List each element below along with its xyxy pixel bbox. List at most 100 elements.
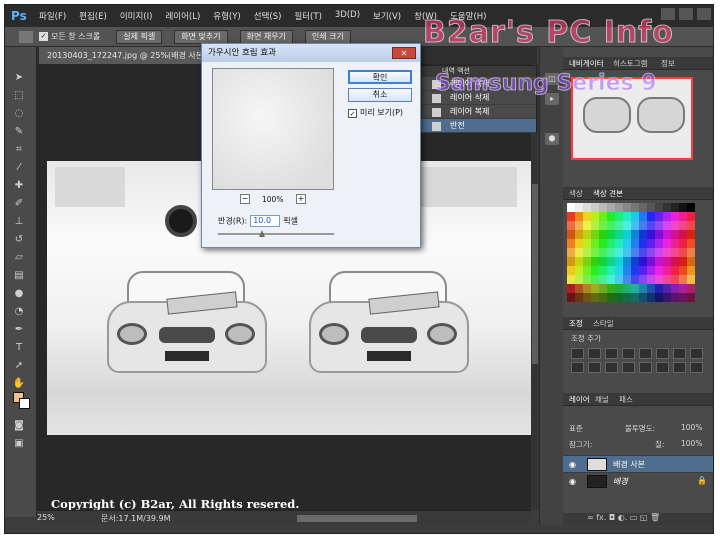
navigator-thumbnail[interactable] <box>571 77 693 160</box>
scroll-thumb[interactable] <box>532 184 538 364</box>
color-swatch[interactable] <box>567 275 575 284</box>
color-swatch[interactable] <box>631 293 639 302</box>
color-swatch[interactable] <box>663 230 671 239</box>
color-swatch[interactable] <box>591 221 599 230</box>
color-swatch[interactable] <box>607 212 615 221</box>
color-swatch[interactable] <box>631 212 639 221</box>
color-swatch[interactable] <box>639 212 647 221</box>
color-swatch[interactable] <box>591 212 599 221</box>
color-swatch[interactable] <box>623 230 631 239</box>
color-swatch[interactable] <box>575 239 583 248</box>
menu-3d[interactable]: 3D(D) <box>335 10 360 22</box>
color-swatch[interactable] <box>679 212 687 221</box>
color-swatch[interactable] <box>631 221 639 230</box>
color-swatch[interactable] <box>663 212 671 221</box>
color-swatch[interactable] <box>639 293 647 302</box>
color-swatch[interactable] <box>623 203 631 212</box>
color-swatch[interactable] <box>607 266 615 275</box>
color-swatch[interactable] <box>623 239 631 248</box>
history-item[interactable]: 반전 <box>418 119 536 133</box>
visibility-eye-icon[interactable]: ◉ <box>569 477 579 486</box>
color-swatch[interactable] <box>647 203 655 212</box>
tab-info[interactable]: 정보 <box>661 58 675 69</box>
vibrance-icon[interactable] <box>639 348 652 359</box>
tab-navigator[interactable]: 내비게이터 <box>569 58 604 69</box>
color-swatch[interactable] <box>615 248 623 257</box>
color-swatch[interactable] <box>575 293 583 302</box>
color-swatch[interactable] <box>575 266 583 275</box>
photo-filter-icon[interactable] <box>571 362 584 373</box>
color-swatch[interactable] <box>655 230 663 239</box>
color-swatch[interactable] <box>575 203 583 212</box>
tab-channels[interactable]: 채널 <box>595 394 609 405</box>
menu-help[interactable]: 도움말(H) <box>450 10 486 22</box>
color-swatch[interactable] <box>607 248 615 257</box>
brush-tool-icon[interactable]: ✐ <box>12 197 26 211</box>
scroll-all-windows-checkbox[interactable]: ✓ <box>39 32 48 41</box>
color-swatch[interactable] <box>655 284 663 293</box>
menu-edit[interactable]: 편집(E) <box>79 10 107 22</box>
color-swatch[interactable] <box>591 203 599 212</box>
screen-mode-icon[interactable]: ▣ <box>12 437 26 451</box>
fill-value[interactable]: 100% <box>681 439 702 448</box>
color-swatch[interactable] <box>687 230 695 239</box>
color-swatch[interactable] <box>647 221 655 230</box>
color-swatch[interactable] <box>623 284 631 293</box>
color-swatch[interactable] <box>575 248 583 257</box>
color-swatch[interactable] <box>639 221 647 230</box>
zoom-in-button[interactable]: + <box>296 194 306 204</box>
color-swatch[interactable] <box>655 221 663 230</box>
color-swatch[interactable] <box>567 266 575 275</box>
tab-layers[interactable]: 레이어 <box>569 394 590 405</box>
menu-view[interactable]: 보기(V) <box>373 10 401 22</box>
cancel-button[interactable]: 취소 <box>348 88 412 102</box>
history-item[interactable]: 레이어 삭제 <box>418 91 536 105</box>
color-swatch[interactable] <box>615 239 623 248</box>
color-swatch[interactable] <box>591 293 599 302</box>
color-swatch[interactable] <box>583 293 591 302</box>
color-swatch[interactable] <box>583 257 591 266</box>
color-swatch[interactable] <box>599 203 607 212</box>
color-swatch[interactable] <box>631 248 639 257</box>
color-swatch[interactable] <box>663 266 671 275</box>
color-swatch[interactable] <box>647 284 655 293</box>
color-swatch[interactable] <box>679 257 687 266</box>
color-swatch[interactable] <box>575 284 583 293</box>
bw-icon[interactable] <box>690 348 703 359</box>
pen-tool-icon[interactable]: ✒ <box>12 323 26 337</box>
color-swatch[interactable] <box>663 248 671 257</box>
color-swatch[interactable] <box>591 239 599 248</box>
color-swatch[interactable] <box>687 212 695 221</box>
menu-file[interactable]: 파일(F) <box>39 10 66 22</box>
color-swatch[interactable] <box>647 266 655 275</box>
ok-button[interactable]: 확인 <box>348 70 412 84</box>
gradient-map-icon[interactable] <box>673 362 686 373</box>
eraser-tool-icon[interactable]: ▱ <box>12 251 26 265</box>
color-swatch[interactable] <box>655 293 663 302</box>
color-swatch[interactable] <box>647 248 655 257</box>
maximize-button[interactable] <box>679 8 693 20</box>
color-swatch[interactable] <box>599 248 607 257</box>
color-swatch[interactable] <box>679 266 687 275</box>
color-swatch[interactable] <box>607 203 615 212</box>
color-swatch[interactable] <box>639 257 647 266</box>
path-select-icon[interactable]: ➚ <box>12 359 26 373</box>
color-swatch[interactable] <box>679 230 687 239</box>
color-swatch[interactable] <box>679 284 687 293</box>
layer-row[interactable]: ◉ 배경 🔒 <box>563 472 713 489</box>
color-swatch[interactable] <box>623 257 631 266</box>
color-swatch[interactable] <box>567 284 575 293</box>
gradient-tool-icon[interactable]: ▤ <box>12 269 26 283</box>
color-swatch[interactable] <box>615 203 623 212</box>
curves-icon[interactable] <box>605 348 618 359</box>
color-swatch[interactable] <box>623 212 631 221</box>
color-swatch[interactable] <box>567 257 575 266</box>
quick-mask-icon[interactable]: ◙ <box>12 419 26 433</box>
color-swatch[interactable] <box>679 248 687 257</box>
color-swatch[interactable] <box>583 212 591 221</box>
color-swatch[interactable] <box>631 275 639 284</box>
color-swatch[interactable] <box>631 266 639 275</box>
color-swatch[interactable] <box>663 293 671 302</box>
history-brush-icon[interactable]: ↺ <box>12 233 26 247</box>
tab-swatches[interactable]: 색상 견본 <box>593 188 623 199</box>
